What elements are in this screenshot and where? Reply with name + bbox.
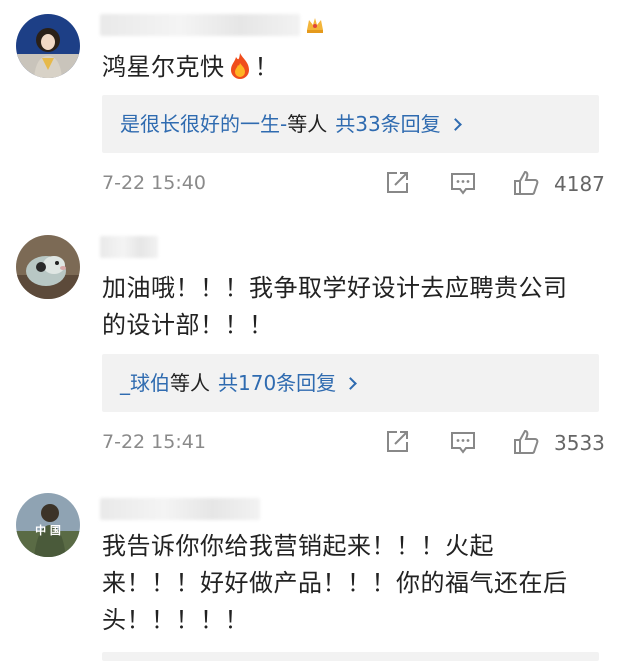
reply-names: _球伯 — [120, 371, 170, 395]
timestamp: 7-22 15:41 — [102, 431, 206, 453]
reply-others: 等人 — [170, 371, 210, 395]
timestamp: 7-22 15:40 — [102, 172, 206, 194]
comment-text-line: 加油哦！！！我争取学好设计去应聘贵公司 — [102, 274, 568, 302]
chevron-right-icon — [344, 377, 358, 390]
thumbs-up-icon[interactable] — [512, 169, 540, 197]
avatar[interactable]: 中 国 — [16, 493, 80, 557]
username-redacted[interactable] — [100, 14, 300, 36]
reply-others: 等人 — [287, 112, 328, 136]
avatar[interactable] — [16, 235, 80, 299]
comment-icon[interactable] — [449, 428, 477, 456]
fire-emoji — [230, 53, 249, 79]
comment-text-line: 头！！！！！ — [102, 606, 249, 634]
avatar-caption: 中 国 — [35, 523, 61, 537]
reply-count: 共33条回复 — [335, 112, 441, 136]
comment-icon[interactable] — [449, 169, 477, 197]
thumbs-up-icon[interactable] — [512, 428, 540, 456]
reply-summary[interactable]: 是很长很好的一生-等人 共33条回复 — [102, 95, 599, 153]
chevron-right-icon — [448, 118, 462, 131]
username-redacted[interactable] — [100, 498, 260, 520]
comment-item: 鸿星尔克快 ！ 是很长很好的一生-等人 共33条回复 7-22 15:40 418… — [0, 0, 620, 212]
comment-item: 中 国 我告诉你你给我营销起来！！！火起 来！！！好好做产品！！！你的福气还在后… — [0, 474, 620, 661]
comment-item: 加油哦！！！我争取学好设计去应聘贵公司 的设计部！！！ _球伯等人 共170条回复… — [0, 212, 620, 474]
reply-names: 是很长很好的一生- — [120, 112, 288, 136]
comment-text-line: 来！！！好好做产品！！！你的福气还在后 — [102, 569, 568, 597]
comment-text-line: 的设计部！！！ — [102, 311, 274, 339]
reply-summary[interactable]: _球伯等人 共170条回复 — [102, 354, 599, 412]
username-redacted[interactable] — [100, 236, 158, 258]
comment-text: 鸿星尔克快 ！ — [102, 53, 279, 81]
comment-text: 我告诉你你给我营销起来！！！火起 来！！！好好做产品！！！你的福气还在后 头！！… — [102, 528, 607, 639]
crown-badge-icon — [307, 18, 323, 33]
like-count: 3533 — [554, 431, 605, 455]
comment-meta: 7-22 15:41 3533 — [102, 428, 605, 458]
comment-text: 加油哦！！！我争取学好设计去应聘贵公司 的设计部！！！ — [102, 270, 607, 344]
comment-meta: 7-22 15:40 4187 — [102, 169, 605, 199]
share-icon[interactable] — [383, 428, 411, 456]
share-icon[interactable] — [383, 169, 411, 197]
comment-text-line: 我告诉你你给我营销起来！！！火起 — [102, 532, 494, 560]
avatar[interactable] — [16, 14, 80, 78]
reply-count: 共170条回复 — [218, 371, 337, 395]
reply-summary[interactable] — [102, 652, 599, 661]
like-count: 4187 — [554, 172, 605, 196]
